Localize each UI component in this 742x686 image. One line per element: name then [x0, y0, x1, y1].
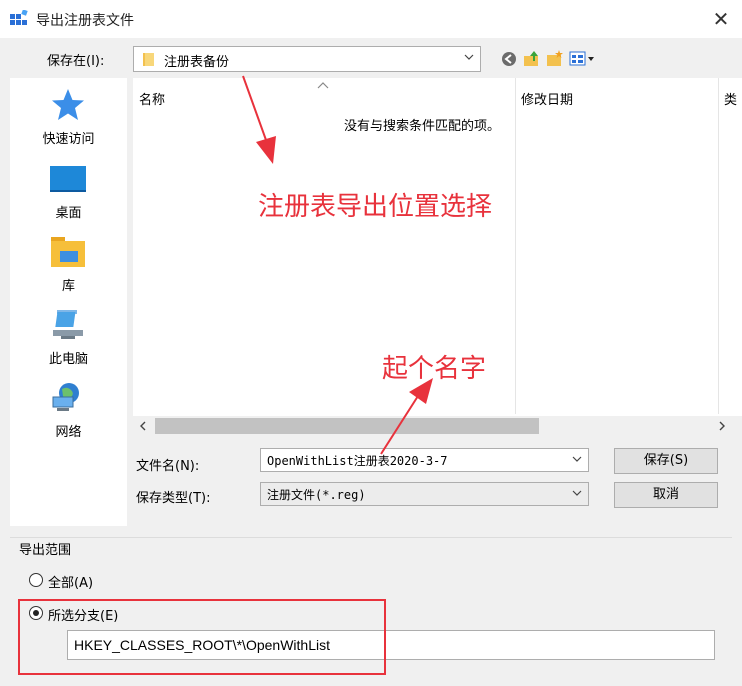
radio-all-label[interactable]: 全部(A) — [48, 572, 93, 591]
save-in-dropdown[interactable]: 注册表备份 — [133, 46, 481, 72]
annotation-name-text: 起个名字 — [382, 354, 487, 384]
file-name-input[interactable]: OpenWithList注册表2020-3-7 — [260, 448, 589, 472]
save-button[interactable]: 保存(S) — [614, 448, 718, 474]
place-label: 此电脑 — [48, 352, 88, 367]
place-quick-access[interactable]: 快速访问 — [10, 82, 127, 152]
close-button[interactable]: ✕ — [706, 4, 736, 34]
scroll-right-icon[interactable] — [717, 420, 727, 432]
horizontal-scrollbar[interactable] — [133, 416, 742, 436]
file-name-label: 文件名(N): — [136, 459, 200, 474]
save-in-label: 保存在(I): — [47, 54, 105, 69]
network-globe-icon — [52, 383, 79, 411]
scrollbar-thumb[interactable] — [155, 418, 539, 434]
place-desktop[interactable]: 桌面 — [10, 156, 127, 226]
column-separator — [718, 78, 719, 414]
place-network[interactable]: 网络 — [10, 375, 127, 445]
up-folder-icon[interactable] — [522, 49, 542, 69]
place-this-pc[interactable]: 此电脑 — [10, 302, 127, 372]
chevron-down-icon — [572, 490, 582, 496]
file-type-label: 保存类型(T): — [136, 491, 211, 506]
column-header-type[interactable]: 类 — [724, 89, 737, 125]
radio-selected-branch[interactable] — [29, 606, 43, 620]
view-menu-icon[interactable] — [569, 50, 597, 68]
radio-all[interactable] — [29, 573, 43, 587]
window-title: 导出注册表文件 — [36, 13, 134, 29]
place-label: 快速访问 — [42, 132, 95, 147]
group-divider — [10, 537, 732, 538]
export-range-label: 导出范围 — [19, 543, 72, 558]
cancel-button[interactable]: 取消 — [614, 482, 718, 508]
radio-selected-branch-label[interactable]: 所选分支(E) — [48, 605, 118, 624]
file-name-value: OpenWithList注册表2020-3-7 — [267, 454, 448, 468]
chevron-down-icon[interactable] — [570, 452, 584, 466]
star-icon — [52, 89, 84, 120]
place-label: 网络 — [55, 425, 82, 440]
desktop-icon — [50, 166, 86, 192]
column-separator — [515, 78, 516, 414]
library-icon — [51, 237, 85, 267]
scroll-left-icon[interactable] — [138, 420, 148, 432]
places-bar: 快速访问 桌面 库 此电脑 网络 — [10, 78, 127, 526]
place-label: 桌面 — [55, 206, 82, 221]
computer-icon — [53, 310, 83, 339]
back-icon[interactable] — [499, 49, 519, 69]
new-folder-icon[interactable] — [545, 49, 565, 69]
empty-message: 没有与搜索条件匹配的项。 — [344, 119, 501, 134]
column-header-name[interactable]: 名称 — [139, 89, 165, 125]
save-in-value: 注册表备份 — [164, 55, 230, 70]
folder-icon — [143, 53, 154, 66]
chevron-down-icon — [464, 54, 474, 60]
place-libraries[interactable]: 库 — [10, 229, 127, 299]
file-type-value: 注册文件(*.reg) — [267, 488, 366, 502]
branch-path-value: HKEY_CLASSES_ROOT\*\OpenWithList — [74, 637, 330, 653]
annotation-location-text: 注册表导出位置选择 — [258, 192, 493, 222]
column-header-modified[interactable]: 修改日期 — [521, 89, 573, 125]
place-label: 库 — [61, 279, 75, 294]
registry-app-icon — [10, 10, 28, 25]
sort-up-icon — [317, 82, 329, 89]
file-type-dropdown[interactable]: 注册文件(*.reg) — [260, 482, 589, 506]
branch-path-input[interactable]: HKEY_CLASSES_ROOT\*\OpenWithList — [67, 630, 715, 660]
